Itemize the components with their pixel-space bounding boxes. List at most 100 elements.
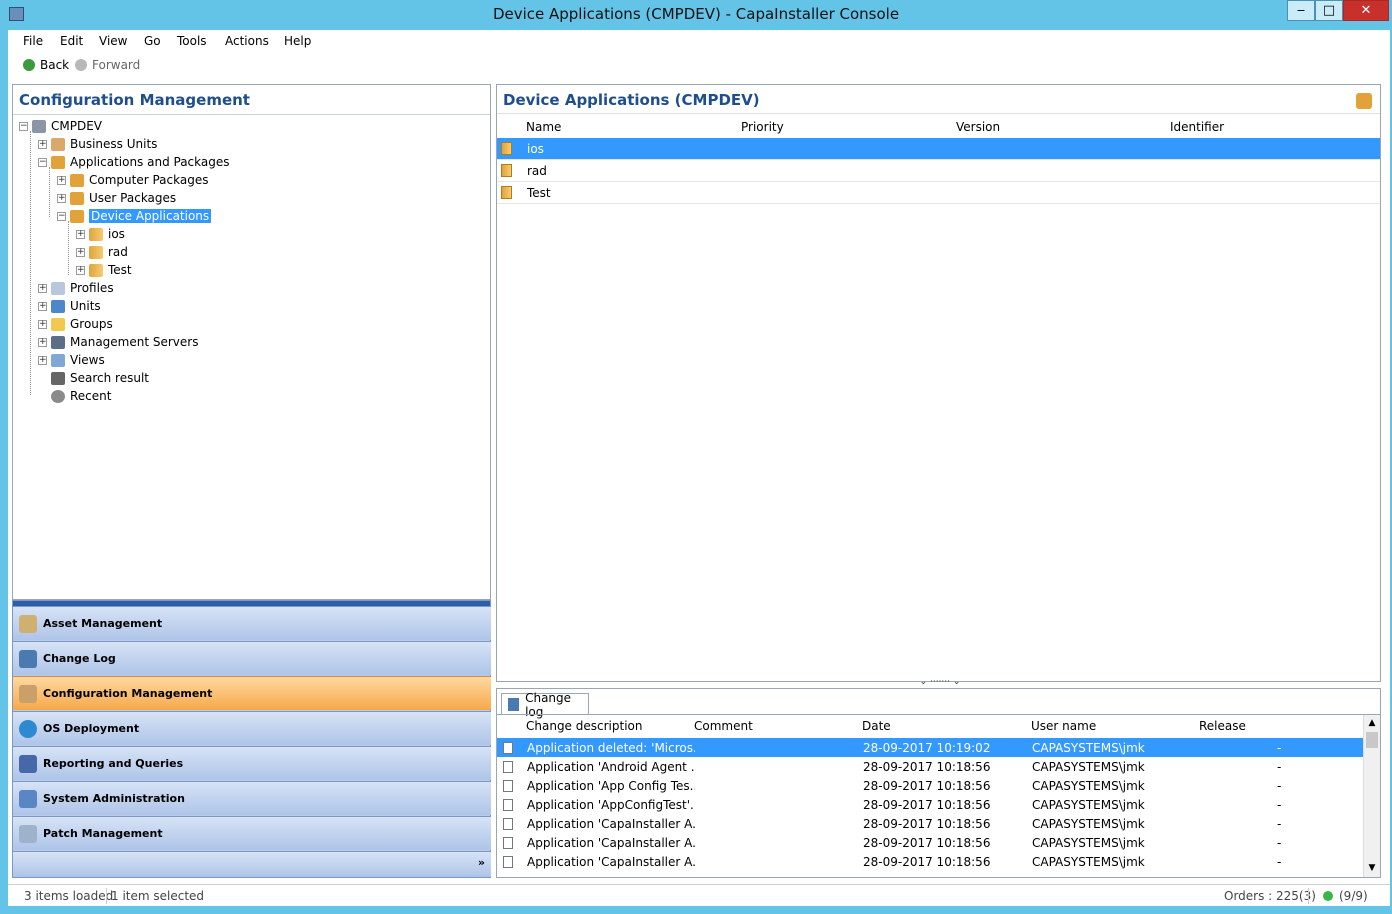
tree-node-search-result[interactable]: Search result [51,369,149,387]
scroll-down-icon[interactable]: ▼ [1364,860,1380,877]
menu-edit[interactable]: Edit [60,34,83,48]
document-icon [503,836,513,849]
app-row-ios[interactable]: ios [497,138,1380,160]
change-log-tab[interactable]: Change log [501,691,589,719]
tree-node-recent[interactable]: Recent [51,387,111,405]
app-row-test[interactable]: Test [497,182,1380,204]
change-log-row[interactable]: Application 'CapaInstaller A... 28-09-201… [497,814,1363,833]
scroll-thumb[interactable] [1366,732,1378,748]
search-result-icon [51,371,65,385]
change-description: Application 'CapaInstaller A... [527,854,695,869]
expand-icon[interactable]: + [38,139,47,149]
minimize-button[interactable]: ‒ [1287,0,1315,21]
tree-node-views[interactable]: + Views [38,351,105,369]
nav-configuration-management[interactable]: Configuration Management [13,676,491,710]
change-log-row[interactable]: Application deleted: 'Micros... 28-09-201… [497,738,1363,757]
collapse-icon[interactable]: − [57,211,66,221]
tree-node-business-units[interactable]: + Business Units [38,135,157,153]
tree-node-computer-packages[interactable]: + Computer Packages [57,171,208,189]
expand-icon[interactable]: + [38,283,47,293]
tree-node-groups[interactable]: + Groups [38,315,113,333]
close-button[interactable]: ✕ [1343,0,1389,21]
change-description: Application 'CapaInstaller A... [527,816,695,831]
expand-icon[interactable]: + [38,319,47,329]
column-header-priority[interactable]: Priority [741,120,784,134]
window-title: Device Applications (CMPDEV) - CapaInsta… [492,5,900,23]
scroll-up-icon[interactable]: ▲ [1364,715,1380,732]
menu-help[interactable]: Help [284,34,311,48]
nav-system-administration[interactable]: System Administration [13,781,491,815]
forward-button[interactable]: Forward [75,58,140,72]
status-bar: 3 items loaded 1 item selected Orders : … [8,884,1390,906]
change-user: CAPASYSTEMS\jmk [1032,778,1145,793]
toolbar: Back Forward [8,54,1390,76]
document-icon [503,779,513,792]
expand-icon[interactable]: + [38,337,47,347]
collapse-icon[interactable]: − [38,157,47,167]
column-header-change-description[interactable]: Change description [526,719,642,733]
column-header-identifier[interactable]: Identifier [1170,120,1224,134]
expand-icon[interactable]: + [57,193,66,203]
right-panel-title: Device Applications (CMPDEV) [503,91,760,109]
back-button[interactable]: Back [23,58,69,72]
back-arrow-icon [23,59,35,71]
tree-node-ios[interactable]: + ios [76,225,125,243]
nav-os-deployment[interactable]: OS Deployment [13,711,491,745]
nav-overflow-bar: » [13,851,491,877]
expand-icon[interactable]: + [38,355,47,365]
change-release: - [1277,759,1282,774]
change-log-row[interactable]: Application 'AppConfigTest'... 28-09-2017… [497,795,1363,814]
tree-node-apps-packages[interactable]: − Applications and Packages [38,153,230,171]
column-header-user-name[interactable]: User name [1031,719,1096,733]
menu-go[interactable]: Go [144,34,161,48]
nav-patch-management[interactable]: Patch Management [13,816,491,850]
expand-icon[interactable]: + [76,265,85,275]
change-release: - [1277,740,1282,755]
expand-icon[interactable]: + [76,229,85,239]
nav-reporting-queries[interactable]: Reporting and Queries [13,746,491,780]
change-release: - [1277,797,1282,812]
change-release: - [1277,816,1282,831]
tree-node-profiles[interactable]: + Profiles [38,279,114,297]
change-log-row[interactable]: Application 'Android Agent ... 28-09-2017… [497,757,1363,776]
status-items-loaded: 3 items loaded [24,889,114,903]
change-date: 28-09-2017 10:18:56 [863,797,991,812]
column-header-version[interactable]: Version [956,120,1000,134]
collapse-icon[interactable]: − [19,121,28,131]
change-user: CAPASYSTEMS\jmk [1032,797,1145,812]
packages-icon [1356,93,1372,109]
tree-node-management-servers[interactable]: + Management Servers [38,333,198,351]
column-header-name[interactable]: Name [526,120,561,134]
menu-view[interactable]: View [99,34,127,48]
menu-actions[interactable]: Actions [225,34,269,48]
nav-change-log[interactable]: Change Log [13,641,491,675]
change-release: - [1277,835,1282,850]
column-header-comment[interactable]: Comment [694,719,753,733]
panel-splitter[interactable]: ⌄ ······· ⌄ [908,678,972,687]
tree-node-test[interactable]: + Test [76,261,132,279]
column-header-date[interactable]: Date [862,719,891,733]
management-server-icon [51,335,65,349]
change-log-row[interactable]: Application 'App Config Tes... 28-09-2017… [497,776,1363,795]
tree-node-device-applications[interactable]: − Device Applications [57,207,212,225]
expand-icon[interactable]: + [38,301,47,311]
menu-tools[interactable]: Tools [177,34,207,48]
expand-icon[interactable]: + [57,175,66,185]
tree-node-user-packages[interactable]: + User Packages [57,189,176,207]
change-log-row[interactable]: Application 'CapaInstaller A... 28-09-201… [497,852,1363,871]
nav-more-icon[interactable]: » [478,856,485,869]
tree-node-units[interactable]: + Units [38,297,101,315]
nav-asset-management[interactable]: Asset Management [13,606,491,640]
system-administration-icon [19,790,37,808]
menu-file[interactable]: File [23,34,43,48]
change-log-row[interactable]: Application 'CapaInstaller A... 28-09-201… [497,833,1363,852]
maximize-button[interactable]: □ [1315,0,1343,21]
app-row-rad[interactable]: rad [497,160,1380,182]
folder-icon [89,245,103,259]
vertical-scrollbar[interactable]: ▲ ▼ [1363,715,1380,877]
change-date: 28-09-2017 10:18:56 [863,835,991,850]
expand-icon[interactable]: + [76,247,85,257]
tree-node-rad[interactable]: + rad [76,243,128,261]
tree-node-cmpdev[interactable]: − CMPDEV [19,117,102,135]
column-header-release[interactable]: Release [1199,719,1246,733]
